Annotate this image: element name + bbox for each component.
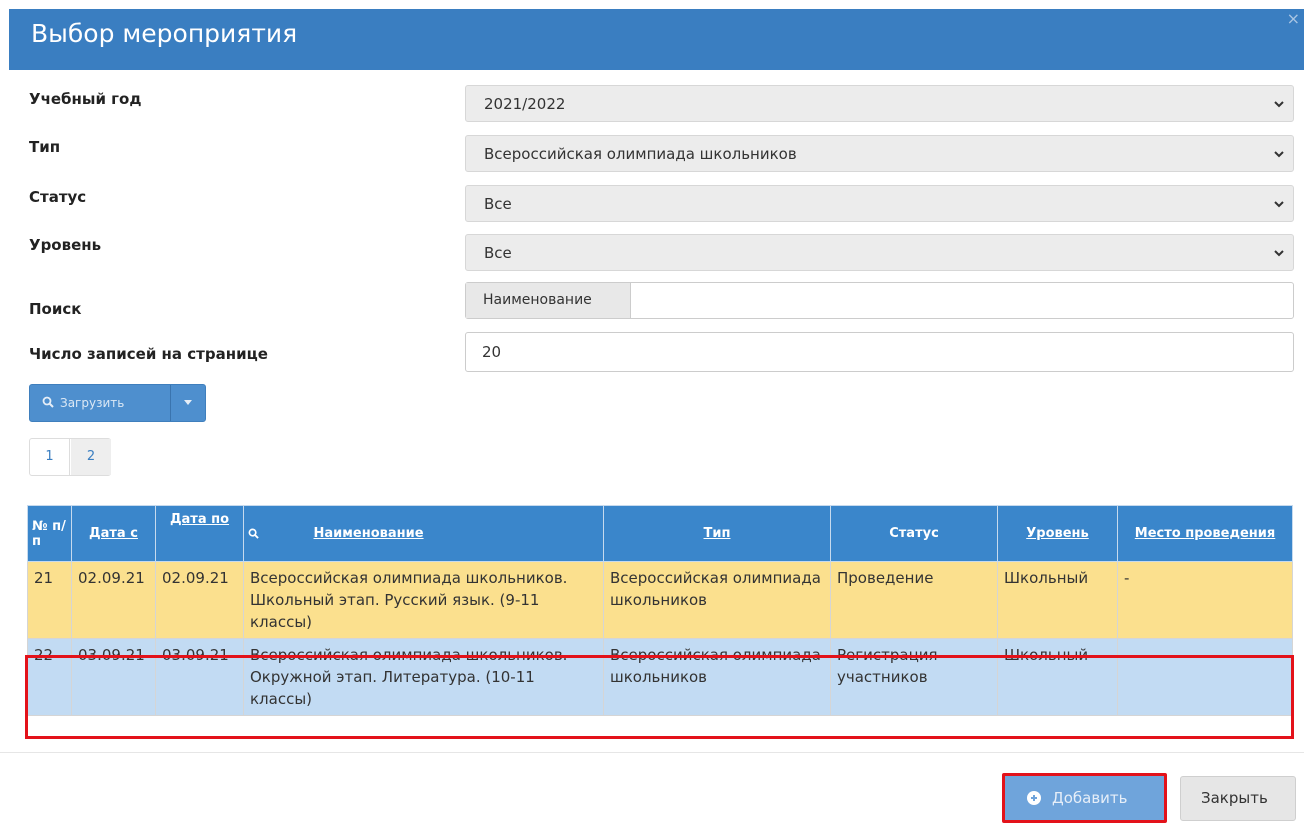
cell-type: Всероссийская олимпиада школьников [603, 638, 831, 716]
year-select[interactable]: 2021/2022 [465, 85, 1294, 122]
load-button-label: Загрузить [60, 396, 125, 410]
status-select[interactable]: Все [465, 185, 1294, 222]
per-page-input[interactable]: 20 [465, 332, 1294, 372]
cell-level: Школьный [997, 561, 1118, 639]
cell-num: 21 [27, 561, 72, 639]
cell-date-to: 03.09.21 [155, 638, 244, 716]
close-button[interactable]: Закрыть [1180, 776, 1296, 821]
search-icon [42, 396, 54, 408]
cell-date-from: 02.09.21 [71, 561, 156, 639]
table-header-row: № п/п Дата с Дата по Наименование Тип Ст… [27, 505, 1293, 562]
footer-divider [0, 752, 1304, 753]
add-button[interactable]: Добавить [1002, 773, 1167, 823]
col-header-level[interactable]: Уровень [997, 505, 1118, 562]
per-page-value: 20 [482, 343, 502, 361]
level-select-value: Все [484, 244, 512, 262]
cell-status: Проведение [830, 561, 998, 639]
load-button[interactable]: Загрузить [30, 385, 171, 421]
search-field-selector[interactable]: Наименование [466, 283, 631, 318]
search-group: Наименование [465, 282, 1294, 319]
chevron-down-icon [1274, 201, 1284, 208]
cell-date-from: 03.09.21 [71, 638, 156, 716]
plus-circle-icon [1027, 791, 1041, 805]
cell-status: Регистрация участников [830, 638, 998, 716]
cell-type: Всероссийская олимпиада школьников [603, 561, 831, 639]
status-label: Статус [29, 188, 87, 206]
col-header-date-from[interactable]: Дата с [71, 505, 156, 562]
year-select-value: 2021/2022 [484, 95, 566, 113]
level-select[interactable]: Все [465, 234, 1294, 271]
col-header-name-label[interactable]: Наименование [314, 526, 424, 541]
dialog-header: Выбор мероприятия × [9, 9, 1304, 70]
col-header-place[interactable]: Место проведения [1117, 505, 1293, 562]
page-link-1[interactable]: 1 [30, 439, 70, 475]
cell-name: Всероссийская олимпиада школьников. Окру… [243, 638, 604, 716]
type-select-value: Всероссийская олимпиада школьников [484, 145, 797, 163]
cell-place: - [1117, 561, 1293, 639]
search-input[interactable] [632, 283, 1293, 318]
load-button-group: Загрузить [29, 384, 206, 422]
col-header-num: № п/п [27, 505, 72, 562]
table-row[interactable]: 21 02.09.21 02.09.21 Всероссийская олимп… [27, 561, 1293, 639]
level-label: Уровень [29, 236, 102, 254]
year-label: Учебный год [29, 90, 142, 108]
cell-num: 22 [27, 638, 72, 716]
type-select[interactable]: Всероссийская олимпиада школьников [465, 135, 1294, 172]
type-label: Тип [29, 138, 61, 156]
col-header-type[interactable]: Тип [603, 505, 831, 562]
add-button-label: Добавить [1052, 789, 1128, 807]
col-header-status: Статус [830, 505, 998, 562]
cell-place: - [1117, 638, 1293, 716]
chevron-down-icon [1274, 151, 1284, 158]
search-addon-label: Наименование [483, 292, 592, 308]
load-dropdown-caret-icon[interactable] [184, 400, 192, 405]
cell-name: Всероссийская олимпиада школьников. Школ… [243, 561, 604, 639]
per-page-label: Число записей на странице [29, 345, 268, 363]
close-button-label: Закрыть [1201, 789, 1268, 807]
cell-level: Школьный [997, 638, 1118, 716]
pagination: 1 2 [29, 438, 111, 476]
table-row[interactable]: 22 03.09.21 03.09.21 Всероссийская олимп… [27, 638, 1293, 716]
events-table: № п/п Дата с Дата по Наименование Тип Ст… [27, 505, 1293, 716]
search-label: Поиск [29, 300, 82, 318]
chevron-down-icon [1274, 101, 1284, 108]
col-header-date-to[interactable]: Дата по [155, 505, 244, 562]
page-link-2[interactable]: 2 [71, 439, 111, 475]
chevron-down-icon [1274, 250, 1284, 257]
search-icon[interactable] [248, 528, 259, 539]
status-select-value: Все [484, 195, 512, 213]
close-icon[interactable]: × [1287, 9, 1300, 28]
cell-date-to: 02.09.21 [155, 561, 244, 639]
dialog-title: Выбор мероприятия [31, 19, 298, 48]
col-header-name[interactable]: Наименование [243, 505, 604, 562]
